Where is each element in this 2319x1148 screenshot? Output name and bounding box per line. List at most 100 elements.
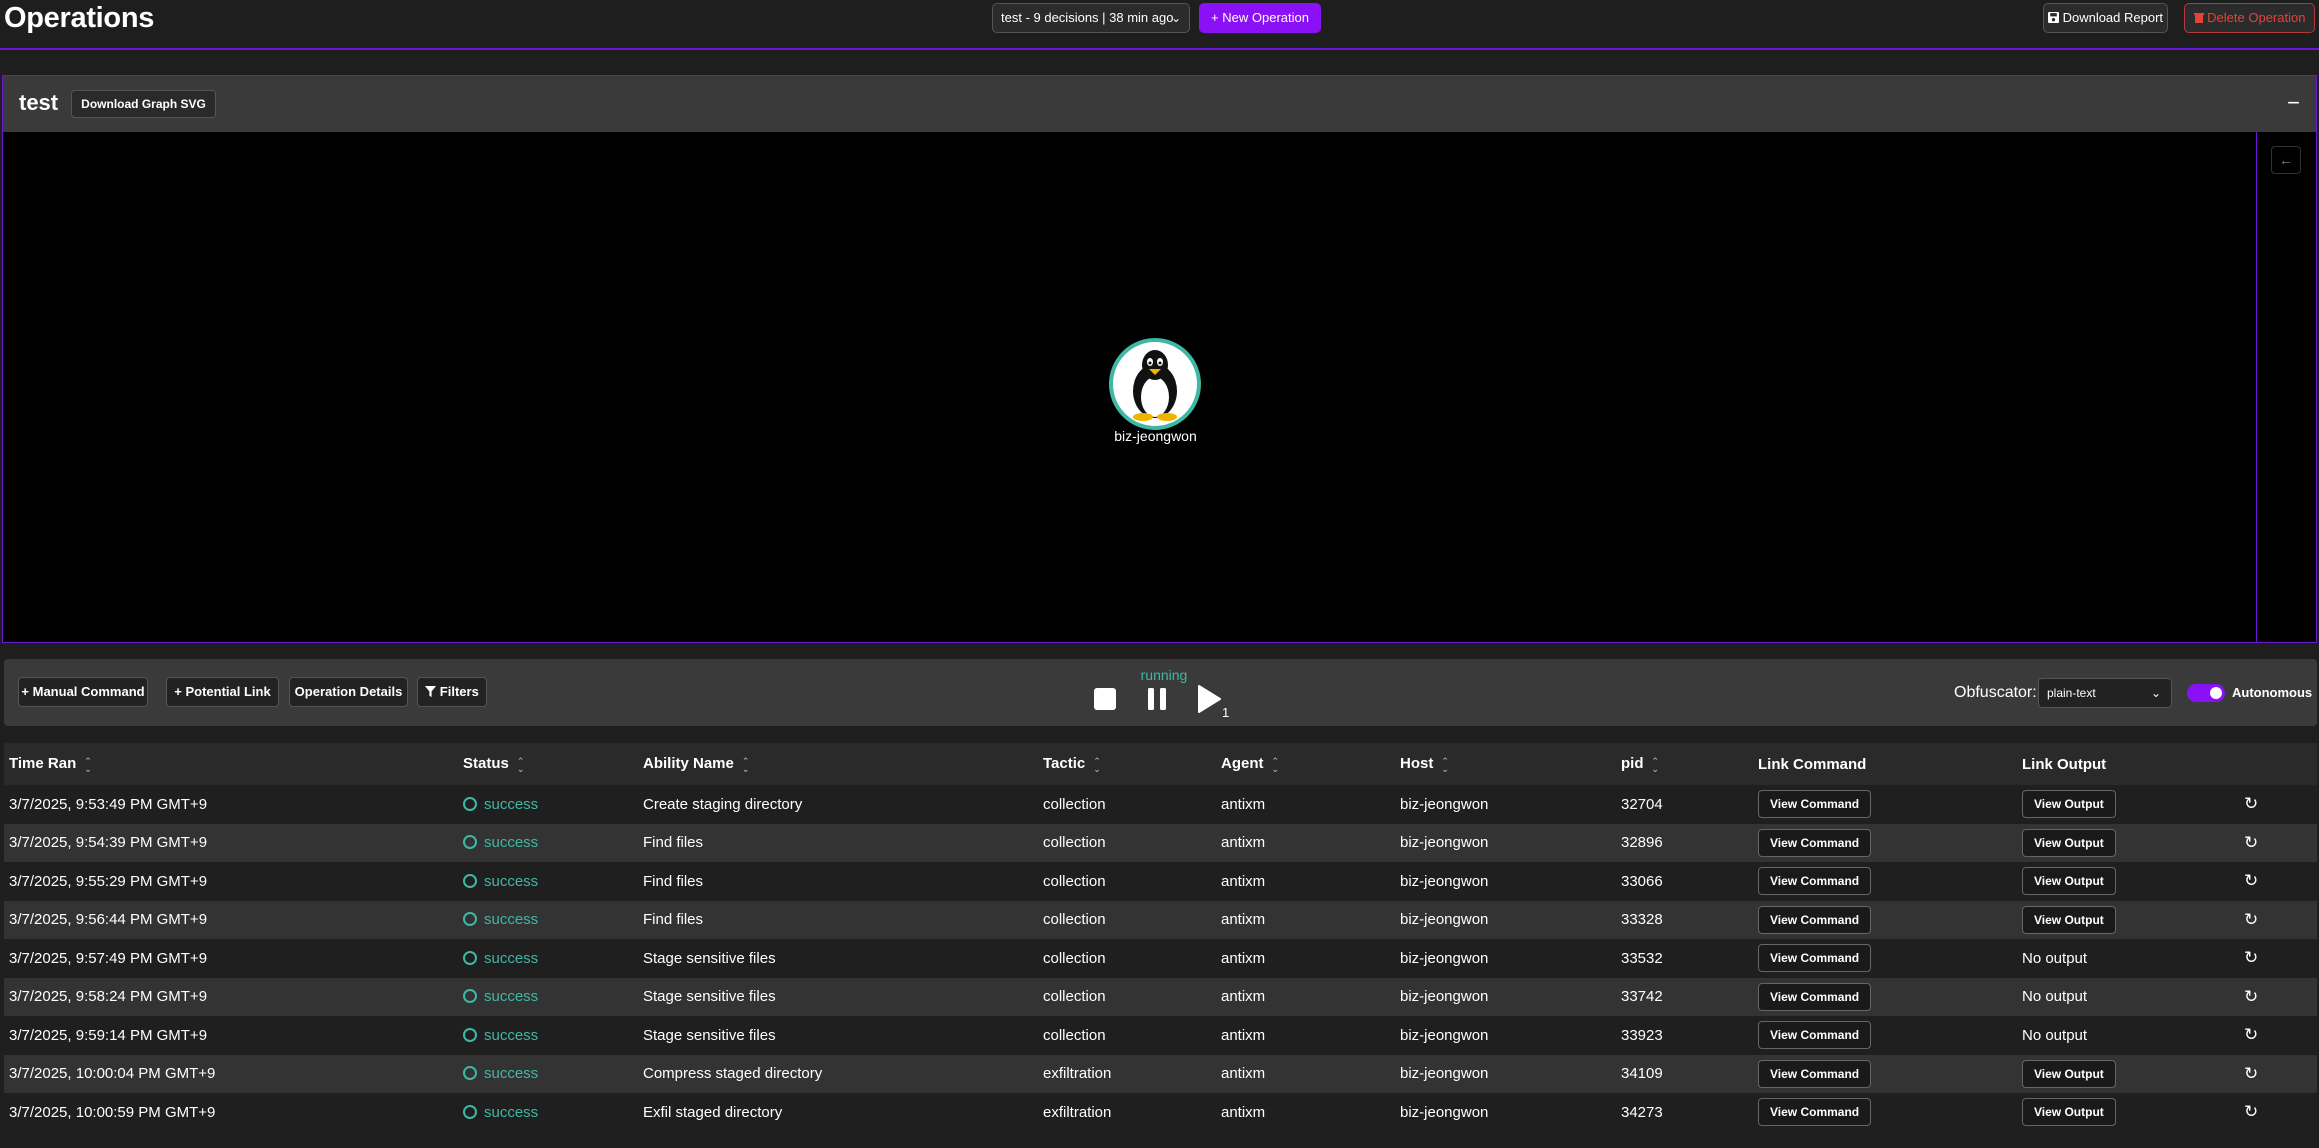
sort-icon[interactable]: ⌃ ⌄ — [84, 756, 92, 773]
view-output-button[interactable]: View Output — [2022, 790, 2116, 819]
col-ability-name[interactable]: Ability Name ⌃ ⌄ — [638, 743, 1038, 785]
view-output-button[interactable]: View Output — [2022, 828, 2116, 857]
status-text: success — [484, 911, 539, 929]
tactic-cell: collection — [1043, 834, 1106, 852]
pid-cell: 33066 — [1621, 872, 1663, 890]
new-operation-button[interactable]: + New Operation — [1199, 3, 1321, 33]
link-output-cell: View Output — [2017, 785, 2239, 824]
chevron-down-icon: ⌄ — [2150, 686, 2161, 700]
status-cell: success — [458, 901, 638, 940]
potential-link-button[interactable]: + Potential Link — [166, 677, 279, 707]
view-command-button[interactable]: View Command — [1758, 1059, 1872, 1088]
arrow-left-icon[interactable]: ← — [2271, 146, 2301, 174]
operation-select[interactable]: test - 9 decisions | 38 min ago ⌄ — [992, 3, 1190, 33]
filters-button[interactable]: Filters — [417, 677, 487, 707]
col-time-ran[interactable]: Time Ran ⌃ ⌄ — [4, 743, 458, 785]
play-icon[interactable] — [1197, 685, 1221, 713]
sort-icon[interactable]: ⌃ ⌄ — [1652, 756, 1660, 773]
table-row: 3/7/2025, 9:56:44 PM GMT+9 success Find fi… — [4, 900, 2317, 940]
view-command-button[interactable]: View Command — [1758, 790, 1872, 819]
autonomous-label: Autonomous — [2232, 685, 2313, 700]
status-cell: success — [458, 978, 638, 1017]
actions-cell: ↻ — [2239, 785, 2317, 824]
view-command-button[interactable]: View Command — [1758, 867, 1872, 896]
agent-cell: antixm — [1221, 834, 1266, 852]
col-status[interactable]: Status ⌃ ⌄ — [458, 743, 638, 785]
no-output-text: No output — [2022, 949, 2088, 967]
sort-icon[interactable]: ⌃ ⌄ — [1441, 756, 1449, 773]
actions-cell: ↻ — [2239, 901, 2317, 940]
operation-details-button[interactable]: Operation Details — [289, 677, 408, 707]
sort-icon[interactable]: ⌃ ⌄ — [1272, 756, 1280, 773]
view-command-button[interactable]: View Command — [1758, 1021, 1872, 1050]
host-cell: biz-jeongwon — [1400, 1065, 1489, 1083]
col-host[interactable]: Host ⌃ ⌄ — [1395, 743, 1616, 785]
filters-label: Filters — [439, 684, 479, 699]
refresh-icon[interactable]: ↻ — [2244, 1064, 2258, 1083]
agent-cell: antixm — [1221, 1103, 1266, 1121]
view-command-button[interactable]: View Command — [1758, 982, 1872, 1011]
view-command-button[interactable]: View Command — [1758, 944, 1872, 973]
download-report-button[interactable]: Download Report — [2043, 3, 2168, 33]
pid-cell: 32704 — [1621, 795, 1663, 813]
download-report-label: Download Report — [2062, 10, 2164, 25]
status-circle-icon — [463, 1066, 477, 1081]
manual-command-button[interactable]: + Manual Command — [18, 677, 148, 707]
sort-icon[interactable]: ⌃ ⌄ — [1093, 756, 1101, 773]
time-ran-cell: 3/7/2025, 9:59:14 PM GMT+9 — [9, 1026, 208, 1044]
minimize-icon[interactable]: − — [2287, 90, 2300, 116]
chevron-down-icon: ⌄ — [1170, 11, 1181, 25]
pause-icon[interactable] — [1145, 687, 1169, 711]
view-output-button[interactable]: View Output — [2022, 1098, 2116, 1127]
obfuscator-value: plain-text — [2047, 686, 2096, 700]
status-circle-icon — [463, 989, 477, 1004]
delete-operation-button[interactable]: Delete Operation — [2184, 3, 2315, 33]
view-command-button[interactable]: View Command — [1758, 905, 1872, 934]
refresh-icon[interactable]: ↻ — [2244, 871, 2258, 890]
sort-icon[interactable]: ⌃ ⌄ — [517, 756, 525, 773]
stop-icon[interactable] — [1093, 687, 1117, 711]
host-cell: biz-jeongwon — [1400, 834, 1489, 852]
link-command-cell: View Command — [1753, 901, 2017, 940]
obfuscator-select[interactable]: plain-text ⌄ — [2038, 678, 2172, 708]
link-output-cell: View Output — [2017, 862, 2239, 901]
refresh-icon[interactable]: ↻ — [2244, 948, 2258, 967]
link-command-cell: View Command — [1753, 1055, 2017, 1094]
view-output-button[interactable]: View Output — [2022, 1059, 2116, 1088]
col-pid[interactable]: pid ⌃ ⌄ — [1616, 743, 1753, 785]
agent-node[interactable] — [1109, 338, 1201, 430]
time-ran-cell: 3/7/2025, 9:57:49 PM GMT+9 — [9, 949, 208, 967]
link-output-cell: View Output — [2017, 901, 2239, 940]
actions-cell: ↻ — [2239, 1016, 2317, 1055]
col-link-output: Link Output — [2022, 755, 2107, 773]
time-ran-cell: 3/7/2025, 10:00:59 PM GMT+9 — [9, 1103, 216, 1121]
download-graph-svg-button[interactable]: Download Graph SVG — [71, 90, 216, 118]
link-command-cell: View Command — [1753, 1093, 2017, 1132]
view-output-button[interactable]: View Output — [2022, 867, 2116, 896]
autonomous-toggle[interactable] — [2187, 684, 2225, 702]
agent-cell: antixm — [1221, 949, 1266, 967]
ability-name-cell: Exfil staged directory — [643, 1103, 783, 1121]
view-command-button[interactable]: View Command — [1758, 1098, 1872, 1127]
link-command-cell: View Command — [1753, 824, 2017, 863]
operation-state: running — [1140, 667, 1188, 683]
view-output-button[interactable]: View Output — [2022, 905, 2116, 934]
refresh-icon[interactable]: ↻ — [2244, 987, 2258, 1006]
refresh-icon[interactable]: ↻ — [2244, 794, 2258, 813]
col-agent[interactable]: Agent ⌃ ⌄ — [1216, 743, 1395, 785]
time-ran-cell: 3/7/2025, 10:00:04 PM GMT+9 — [9, 1065, 216, 1083]
view-command-button[interactable]: View Command — [1758, 828, 1872, 857]
refresh-icon[interactable]: ↻ — [2244, 1025, 2258, 1044]
col-tactic[interactable]: Tactic ⌃ ⌄ — [1038, 743, 1216, 785]
refresh-icon[interactable]: ↻ — [2244, 1102, 2258, 1121]
agent-cell: antixm — [1221, 795, 1266, 813]
table-row: 3/7/2025, 9:55:29 PM GMT+9 success Find fi… — [4, 862, 2317, 901]
potential-link-label: Potential Link — [185, 684, 271, 699]
refresh-icon[interactable]: ↻ — [2244, 910, 2258, 929]
operation-select-value: test - 9 decisions | 38 min ago — [1001, 10, 1174, 25]
time-ran-cell: 3/7/2025, 9:55:29 PM GMT+9 — [9, 872, 208, 890]
host-cell: biz-jeongwon — [1400, 795, 1489, 813]
refresh-icon[interactable]: ↻ — [2244, 833, 2258, 852]
sort-icon[interactable]: ⌃ ⌄ — [742, 756, 750, 773]
status-text: success — [484, 949, 539, 967]
